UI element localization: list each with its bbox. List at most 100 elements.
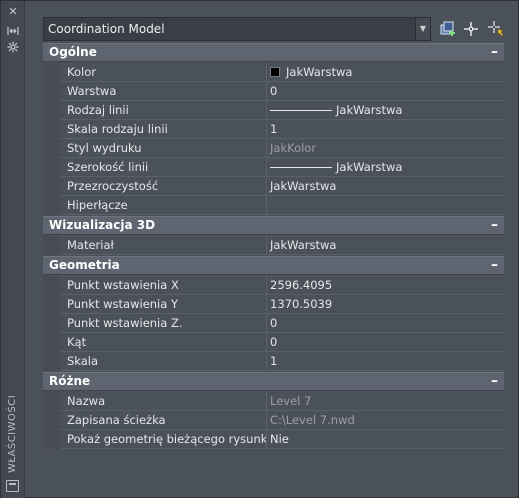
quick-select-icon[interactable] xyxy=(486,19,506,39)
row-gutter xyxy=(43,196,60,215)
property-value[interactable]: 2596.4095 xyxy=(268,276,504,295)
property-value[interactable]: JakWarstwa xyxy=(268,158,504,177)
row-gutter xyxy=(43,333,60,352)
object-type-selector[interactable]: Coordination Model ▼ xyxy=(43,17,431,41)
collapse-icon[interactable]: – xyxy=(491,373,498,389)
row-gutter xyxy=(43,101,60,120)
collapse-icon[interactable]: – xyxy=(491,217,498,233)
palette-side-strip: ✕ WŁAŚCIWOŚCI xyxy=(1,1,25,498)
chevron-down-icon[interactable]: ▼ xyxy=(415,18,430,40)
collapse-icon[interactable]: – xyxy=(491,257,498,273)
property-name: Zapisana ścieżka xyxy=(60,411,267,430)
property-name: Pokaż geometrię bieżącego rysunku xyxy=(60,430,267,449)
property-value[interactable]: 0 xyxy=(268,82,504,101)
row-gutter xyxy=(43,430,60,449)
section-header[interactable]: Wizualizacja 3D – xyxy=(43,216,504,235)
property-value-text: 1370.5039 xyxy=(270,297,333,311)
property-value[interactable]: JakKolor xyxy=(268,139,504,158)
property-row[interactable]: Szerokość linii JakWarstwa xyxy=(43,158,504,177)
property-value[interactable]: 1370.5039 xyxy=(268,295,504,314)
property-row[interactable]: Punkt wstawienia X 2596.4095 xyxy=(43,276,504,295)
property-value-text: JakWarstwa xyxy=(336,103,403,117)
row-gutter xyxy=(43,411,60,430)
row-gutter xyxy=(43,276,60,295)
property-row[interactable]: Kolor JakWarstwa xyxy=(43,63,504,82)
property-row[interactable]: Materiał JakWarstwa xyxy=(43,236,504,255)
property-value-text: 0 xyxy=(270,84,278,98)
property-row[interactable]: Przezroczystość JakWarstwa xyxy=(43,177,504,196)
property-value[interactable]: 1 xyxy=(268,352,504,371)
property-value[interactable] xyxy=(268,196,504,215)
section-title: Ogólne xyxy=(49,45,97,59)
row-gutter xyxy=(43,63,60,82)
property-name: Punkt wstawienia X xyxy=(60,276,267,295)
row-gutter xyxy=(43,236,60,255)
row-gutter xyxy=(43,139,60,158)
property-row[interactable]: Kąt 0 xyxy=(43,333,504,352)
property-value[interactable]: JakWarstwa xyxy=(268,63,504,82)
property-value[interactable]: Nie xyxy=(268,430,504,449)
menu-icon[interactable] xyxy=(6,480,19,492)
property-name: Szerokość linii xyxy=(60,158,267,177)
property-value[interactable]: Level 7 xyxy=(268,392,504,411)
property-value-text: 0 xyxy=(270,316,278,330)
property-row[interactable]: Rodzaj linii JakWarstwa xyxy=(43,101,504,120)
property-name: Skala xyxy=(60,352,267,371)
property-row[interactable]: Punkt wstawienia Z. 0 xyxy=(43,314,504,333)
property-value[interactable]: 1 xyxy=(268,120,504,139)
property-row[interactable]: Warstwa 0 xyxy=(43,82,504,101)
line-sample-icon xyxy=(270,167,332,168)
property-row[interactable]: Nazwa Level 7 xyxy=(43,392,504,411)
property-name: Kąt xyxy=(60,333,267,352)
property-name: Skala rodzaju linii xyxy=(60,120,267,139)
line-sample-icon xyxy=(270,110,332,111)
property-row[interactable]: Hiperłącze xyxy=(43,196,504,215)
row-gutter xyxy=(43,392,60,411)
property-value[interactable]: JakWarstwa xyxy=(268,101,504,120)
properties-palette: ✕ WŁAŚCIWOŚCI Coordination Model ▼ Ogóln… xyxy=(0,0,519,498)
property-value[interactable]: 0 xyxy=(268,314,504,333)
select-objects-icon[interactable] xyxy=(461,19,481,39)
row-gutter xyxy=(43,158,60,177)
section-header[interactable]: Geometria – xyxy=(43,256,504,275)
section-title: Geometria xyxy=(49,258,120,272)
property-name: Kolor xyxy=(60,63,267,82)
property-row[interactable]: Skala rodzaju linii 1 xyxy=(43,120,504,139)
section-header[interactable]: Ogólne – xyxy=(43,43,504,62)
property-value-text: 0 xyxy=(270,335,278,349)
color-swatch-icon xyxy=(270,67,280,77)
property-value-text: 2596.4095 xyxy=(270,278,333,292)
palette-title: WŁAŚCIWOŚCI xyxy=(7,394,18,473)
section-title: Wizualizacja 3D xyxy=(49,218,156,232)
close-icon[interactable]: ✕ xyxy=(5,5,21,19)
property-value[interactable]: C:\Level 7.nwd xyxy=(268,411,504,430)
property-value-text: C:\Level 7.nwd xyxy=(270,413,355,427)
property-name: Przezroczystość xyxy=(60,177,267,196)
property-name: Materiał xyxy=(60,236,267,255)
row-gutter xyxy=(43,295,60,314)
collapse-icon[interactable]: – xyxy=(491,44,498,60)
property-name: Punkt wstawienia Y xyxy=(60,295,267,314)
properties-grid: Ogólne – Kolor JakWarstwa Warstwa 0 Rodzaj lin… xyxy=(43,43,504,457)
section-header[interactable]: Różne – xyxy=(43,372,504,391)
property-row[interactable]: Pokaż geometrię bieżącego rysunku Nie xyxy=(43,430,504,449)
property-value-text: JakKolor xyxy=(270,141,317,155)
property-value[interactable]: JakWarstwa xyxy=(268,236,504,255)
toggle-pickadd-icon[interactable] xyxy=(438,19,458,39)
property-value-text: JakWarstwa xyxy=(270,238,337,252)
property-name: Hiperłącze xyxy=(60,196,267,215)
property-value-text: 1 xyxy=(270,122,278,136)
property-value[interactable]: 0 xyxy=(268,333,504,352)
property-row[interactable]: Zapisana ścieżka C:\Level 7.nwd xyxy=(43,411,504,430)
property-value-text: JakWarstwa xyxy=(336,160,403,174)
property-name: Warstwa xyxy=(60,82,267,101)
row-gutter xyxy=(43,177,60,196)
property-name: Rodzaj linii xyxy=(60,101,267,120)
property-row[interactable]: Punkt wstawienia Y 1370.5039 xyxy=(43,295,504,314)
settings-icon[interactable] xyxy=(5,41,21,55)
row-gutter xyxy=(43,314,60,333)
property-row[interactable]: Skala 1 xyxy=(43,352,504,371)
autohide-icon[interactable] xyxy=(5,25,21,39)
property-value[interactable]: JakWarstwa xyxy=(268,177,504,196)
property-row[interactable]: Styl wydruku JakKolor xyxy=(43,139,504,158)
